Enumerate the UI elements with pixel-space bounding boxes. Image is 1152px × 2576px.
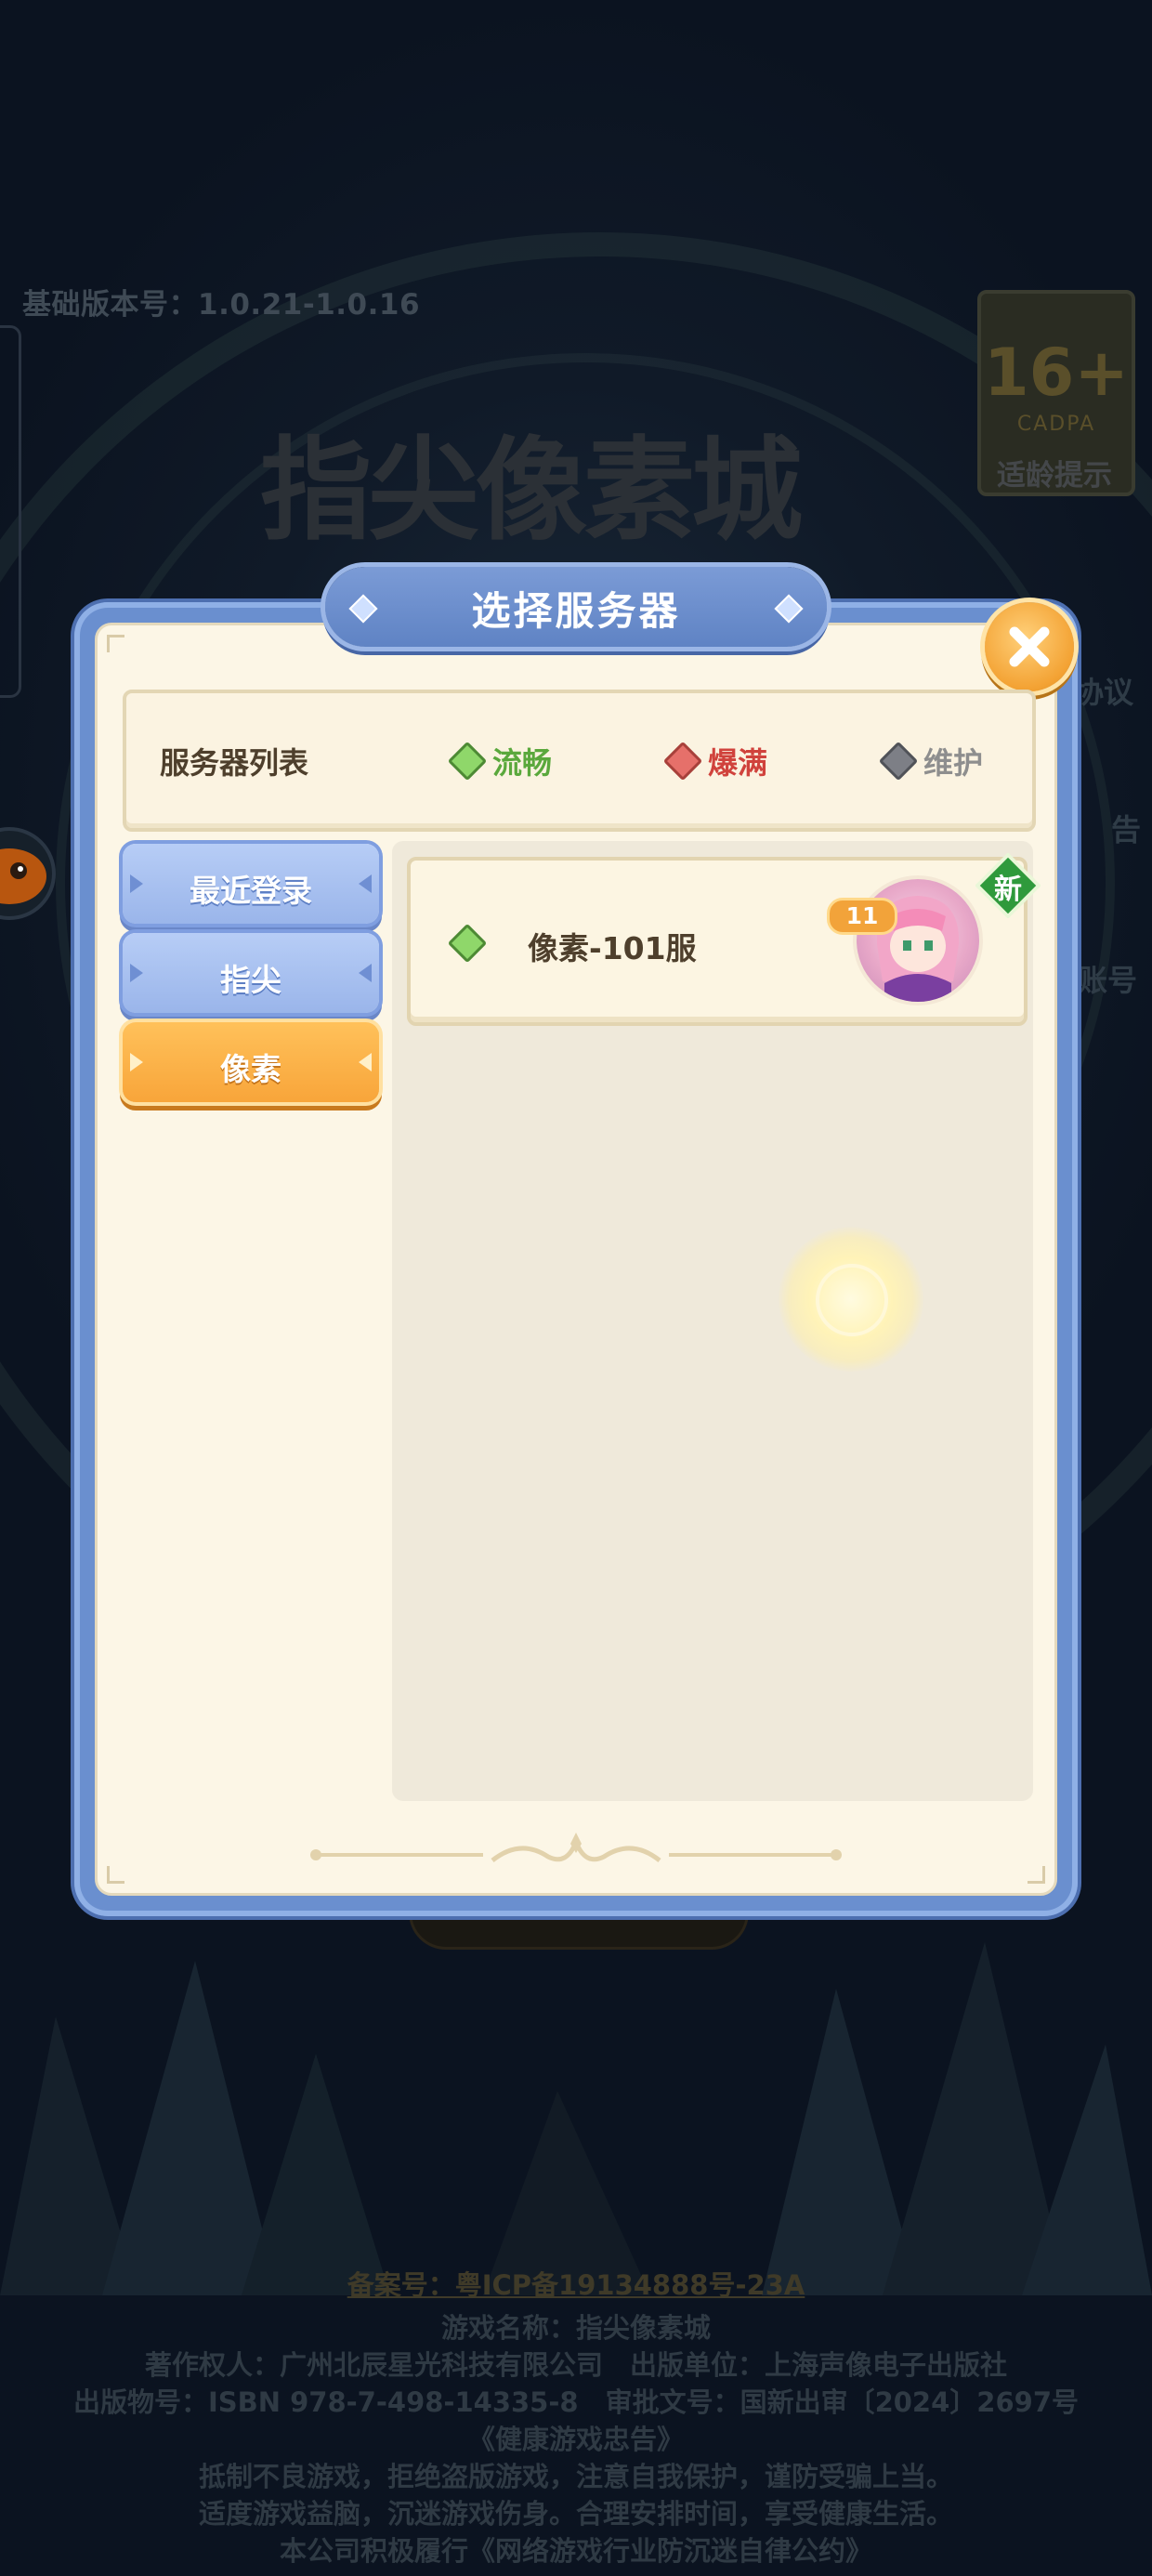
tab-label: 最近登录 xyxy=(190,873,312,909)
close-button[interactable] xyxy=(985,602,1074,691)
version-text: 基础版本号：1.0.21-1.0.16 xyxy=(22,288,421,322)
corner-ornament xyxy=(107,635,124,652)
footer-health-line2: 适度游戏益脑，沉迷游戏伤身。合理安排时间，享受健康生活。 xyxy=(198,2498,953,2530)
legend-maintenance: 维护 xyxy=(923,745,984,781)
new-badge: 新 xyxy=(975,852,1041,919)
icp-record[interactable]: 备案号：粤ICP备19134888号-23A xyxy=(0,2264,1152,2303)
server-row[interactable]: 像素-101服 11 xyxy=(407,857,1028,1026)
age-rating-label[interactable]: 适龄提示 xyxy=(985,452,1124,493)
tab-zhijian[interactable]: 指尖 xyxy=(123,933,379,1013)
footer-isbn: 出版物号：ISBN 978-7-498-14335-8 审批文号：国新出审〔20… xyxy=(72,2386,1080,2418)
legend-smooth: 流畅 xyxy=(492,745,553,781)
side-link-account[interactable]: 账号 xyxy=(1078,957,1137,1000)
tab-xiangsu[interactable]: 像素 xyxy=(123,1022,379,1102)
legend-full: 爆满 xyxy=(708,745,768,781)
diamond-status-icon xyxy=(447,923,488,964)
side-link-notice[interactable]: 告 xyxy=(1111,807,1141,849)
server-name: 像素-101服 xyxy=(528,930,697,966)
footer-game-name: 游戏名称：指尖像素城 xyxy=(440,2312,711,2344)
footer-copyright: 著作权人：广州北辰星光科技有限公司 出版单位：上海声像电子出版社 xyxy=(144,2349,1007,2381)
age-rating-number: 16+ xyxy=(983,335,1130,411)
level-badge: 11 xyxy=(827,898,897,935)
fish-mascot-icon xyxy=(0,827,56,920)
server-list-label: 服务器列表 xyxy=(160,745,309,781)
diamond-status-icon xyxy=(662,741,703,782)
left-side-bar xyxy=(0,325,21,698)
loading-indicator xyxy=(779,1227,923,1372)
new-badge-label: 新 xyxy=(994,874,1022,906)
dialog-title-plate: 选择服务器 xyxy=(325,567,827,647)
assistant-mascot[interactable] xyxy=(0,804,71,943)
diamond-status-icon xyxy=(447,741,488,782)
footer-health-line3: 本公司积极履行《网络游戏行业防沉迷自律公约》 xyxy=(279,2535,872,2567)
tab-recent-login[interactable]: 最近登录 xyxy=(123,844,379,924)
diamond-status-icon xyxy=(878,741,919,782)
loading-ring-icon xyxy=(816,1264,888,1336)
server-status-legend: 服务器列表 流畅 爆满 维护 xyxy=(123,690,1036,832)
tab-label: 像素 xyxy=(220,1051,281,1087)
tab-label: 指尖 xyxy=(220,962,281,998)
corner-ornament xyxy=(107,1866,124,1884)
close-x-icon xyxy=(1009,626,1050,667)
dialog-title: 选择服务器 xyxy=(471,588,681,634)
game-logo: 指尖像素城 xyxy=(260,425,803,556)
side-link-agreement[interactable]: 协议 xyxy=(1074,669,1133,712)
bottom-flourish-ornament xyxy=(310,1833,842,1862)
corner-ornament xyxy=(1028,1866,1045,1884)
age-rating-org: CADPA xyxy=(1016,413,1096,436)
footer-health-line1: 抵制不良游戏，拒绝盗版游戏，注意自我保护，谨防受骗上当。 xyxy=(198,2461,953,2492)
background-crystals xyxy=(0,1942,1152,2295)
footer-health-title: 《健康游戏忠告》 xyxy=(467,2424,684,2455)
